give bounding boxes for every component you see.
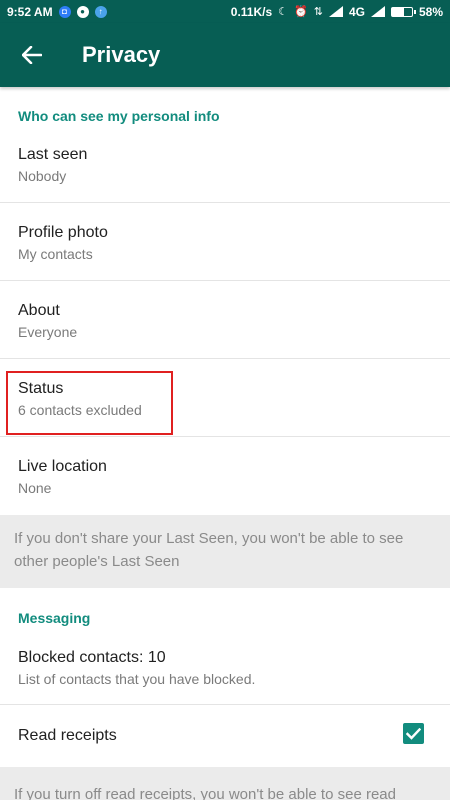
setting-title: About — [18, 302, 60, 319]
read-receipts-checkbox[interactable] — [403, 723, 424, 744]
setting-title: Read receipts — [18, 727, 117, 744]
setting-blocked-contacts[interactable]: Blocked contacts: 10 List of contacts th… — [0, 638, 450, 705]
status-bar: 9:52 AM ◘ ● ↑ 0.11K/s ☾ ⏰ ⇅ 4G 58% — [0, 0, 450, 23]
battery-icon — [390, 6, 416, 17]
setting-value: None — [18, 480, 52, 496]
clock: 9:52 AM — [7, 4, 53, 19]
section-header-messaging: Messaging — [18, 610, 91, 626]
data-transfer-icon: ⇅ — [313, 6, 323, 18]
arrow-back-icon — [22, 46, 42, 64]
notification-upload-icon: ↑ — [94, 5, 107, 18]
signal-icon — [328, 6, 343, 17]
setting-title: Blocked contacts: 10 — [18, 649, 166, 666]
app-bar: Privacy — [0, 23, 450, 87]
setting-profile-photo[interactable]: Profile photo My contacts — [0, 203, 450, 281]
setting-value: List of contacts that you have blocked. — [18, 671, 256, 687]
settings-list: Who can see my personal info Last seen N… — [0, 87, 450, 800]
notification-app-icon: ◘ — [58, 5, 71, 18]
check-icon — [406, 727, 421, 740]
network-speed: 0.11K/s — [230, 4, 273, 19]
status-highlight-box — [6, 371, 173, 435]
moon-icon: ☾ — [278, 6, 289, 18]
setting-live-location[interactable]: Live location None — [0, 437, 450, 515]
setting-about[interactable]: About Everyone — [0, 281, 450, 359]
back-button[interactable] — [0, 23, 64, 87]
signal-icon-2 — [370, 6, 385, 17]
network-type: 4G — [348, 4, 365, 19]
alarm-icon: ⏰ — [294, 6, 308, 18]
section-header-personal-info: Who can see my personal info — [18, 108, 220, 124]
battery-level — [391, 7, 404, 16]
last-seen-note: If you don't share your Last Seen, you w… — [0, 515, 450, 588]
setting-title: Live location — [18, 458, 107, 475]
setting-title: Profile photo — [18, 224, 108, 241]
setting-last-seen[interactable]: Last seen Nobody — [0, 133, 450, 203]
read-receipts-note: If you turn off read receipts, you won't… — [0, 767, 450, 800]
setting-read-receipts[interactable]: Read receipts — [0, 705, 450, 767]
setting-value: Everyone — [18, 324, 78, 340]
privacy-screen: 9:52 AM ◘ ● ↑ 0.11K/s ☾ ⏰ ⇅ 4G 58% Priva… — [0, 0, 450, 800]
battery-percent: 58% — [418, 4, 443, 19]
notification-chat-icon: ● — [76, 5, 89, 18]
setting-value: Nobody — [18, 168, 67, 184]
setting-title: Last seen — [18, 146, 88, 163]
setting-value: My contacts — [18, 246, 93, 262]
page-title: Privacy — [82, 42, 161, 67]
